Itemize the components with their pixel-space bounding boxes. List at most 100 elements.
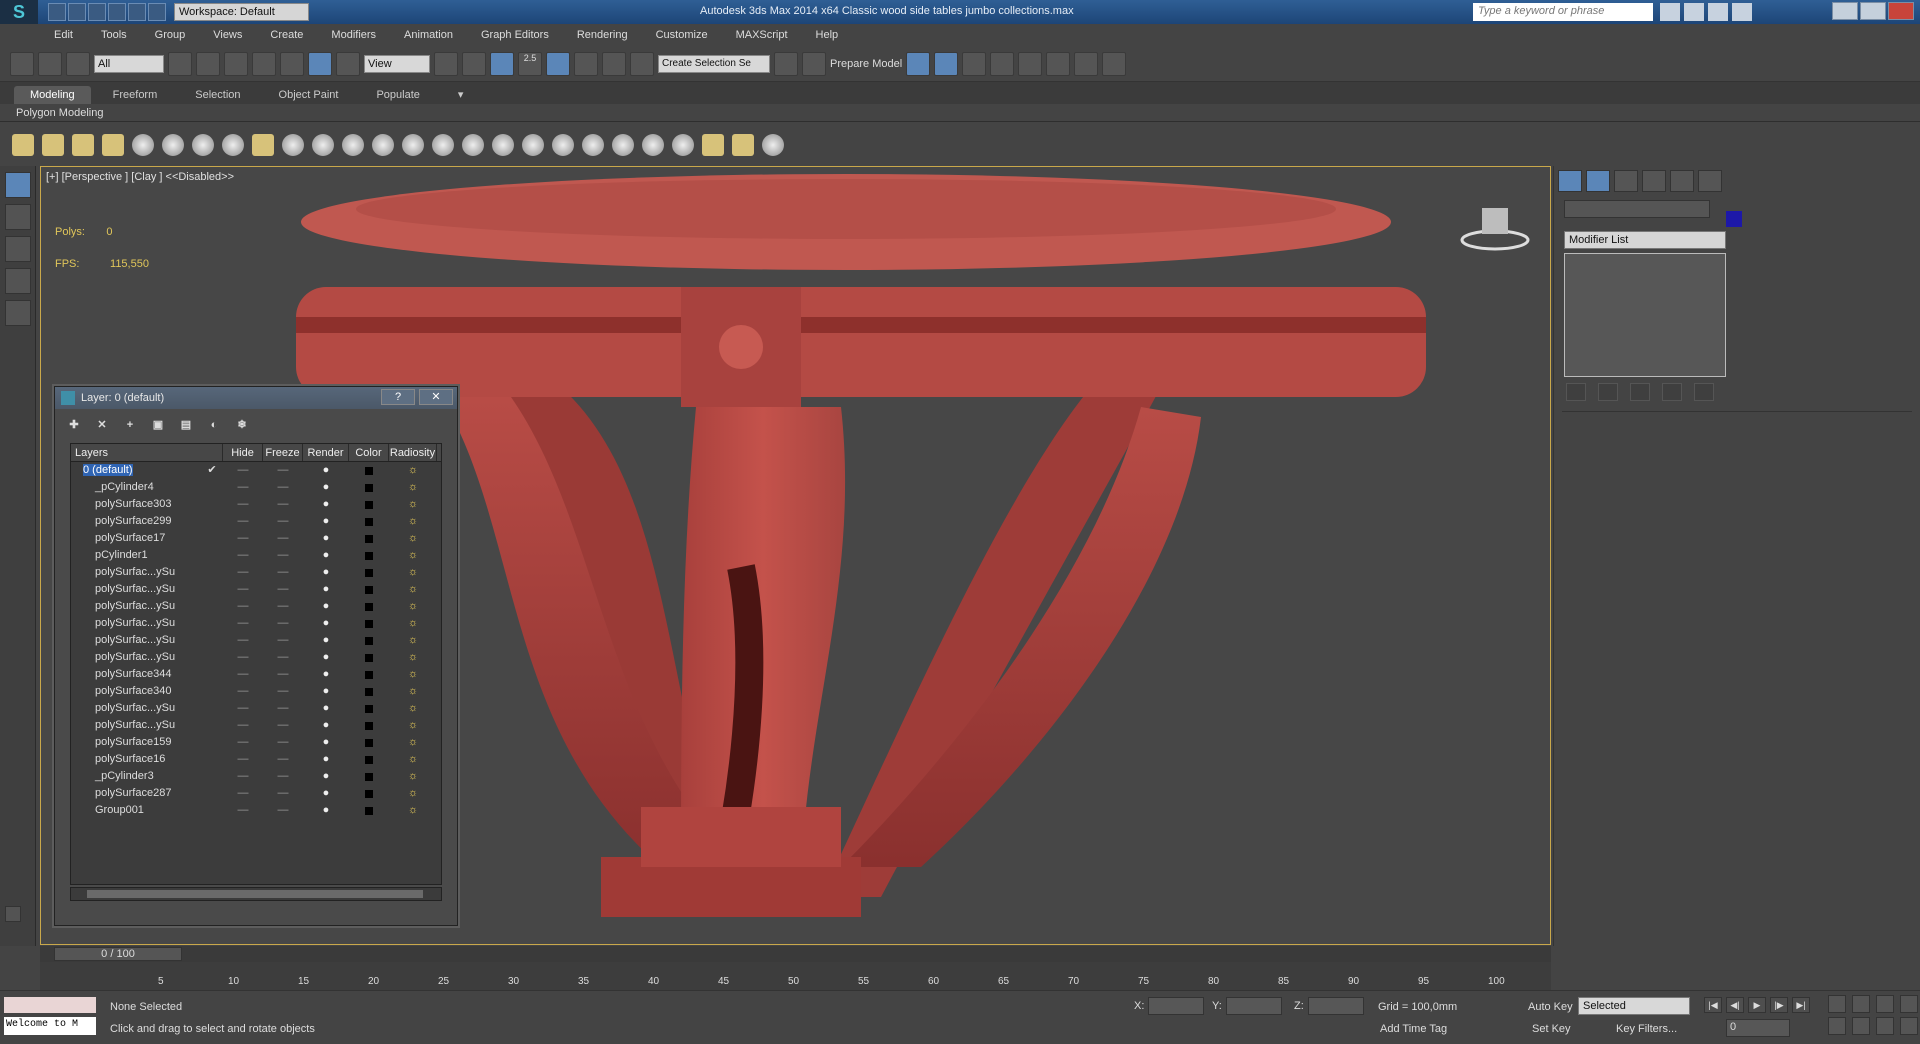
color-swatch[interactable] (349, 717, 389, 734)
render-teapot-icon[interactable]: ● (303, 632, 349, 649)
named-selection-dropdown[interactable]: Create Selection Se (658, 54, 770, 73)
tab-populate[interactable]: Populate (360, 86, 435, 104)
hide-toggle[interactable]: — (223, 581, 263, 598)
color-swatch[interactable] (349, 785, 389, 802)
configure-modifier-sets-icon[interactable] (1694, 383, 1714, 402)
redo-icon[interactable] (128, 3, 146, 21)
viewcube-icon[interactable] (1460, 202, 1530, 252)
color-swatch[interactable] (349, 581, 389, 598)
goto-start-icon[interactable]: |◀ (1704, 997, 1722, 1013)
color-swatch[interactable] (349, 496, 389, 513)
layer-object-row[interactable]: polySurfac...ySu — — ● ☼ (71, 700, 441, 717)
freeze-toggle[interactable]: — (263, 547, 303, 564)
snaps-toggle-icon[interactable]: 2.5 (518, 51, 542, 76)
layer-window-titlebar[interactable]: Layer: 0 (default) ? ✕ (55, 387, 457, 409)
layer-object-row[interactable]: polySurface340— — ● ☼ (71, 683, 441, 700)
layer-object-row[interactable]: _pCylinder4— — ● ☼ (71, 479, 441, 496)
col-layers[interactable]: Layers (71, 444, 223, 461)
object-name[interactable]: pCylinder1 (71, 547, 201, 564)
radiosity-icon[interactable]: ☼ (389, 479, 437, 496)
freeze-unfreeze-all-icon[interactable]: ❄ (233, 417, 251, 433)
scale-icon[interactable] (336, 51, 360, 76)
layer-object-row[interactable]: polySurfac...ySu — — ● ☼ (71, 717, 441, 734)
key-filters-button[interactable]: Key Filters... (1616, 1023, 1677, 1035)
utilities-tab-icon[interactable] (1698, 170, 1722, 192)
material-editor-icon[interactable] (1018, 51, 1043, 76)
motion-tab-icon[interactable] (1642, 170, 1666, 192)
track-bar[interactable]: 5 10 15 20 25 30 35 40 45 50 55 60 65 70 75 80 85 90 95 100 (40, 962, 1551, 990)
maxscript-listener[interactable]: Welcome to M (4, 1017, 96, 1035)
freeze-toggle[interactable]: — (263, 632, 303, 649)
sun-icon[interactable] (402, 134, 424, 156)
highlight-selected-icon[interactable]: ▤ (177, 417, 195, 433)
menu-group[interactable]: Group (155, 29, 186, 41)
save-file-icon[interactable] (88, 3, 106, 21)
menu-tools[interactable]: Tools (101, 29, 127, 41)
radiosity-icon[interactable]: ☼ (389, 547, 437, 564)
hide-toggle[interactable]: — (223, 530, 263, 547)
freeze-toggle[interactable]: — (263, 479, 303, 496)
goto-end-icon[interactable]: ▶| (1792, 997, 1810, 1013)
edit-named-selection-icon[interactable] (630, 51, 654, 76)
search-input[interactable]: Type a keyword or phrase (1473, 3, 1653, 21)
menu-animation[interactable]: Animation (404, 29, 453, 41)
ribbon-options-icon[interactable]: ▾ (442, 85, 480, 104)
hide-toggle[interactable]: — (223, 717, 263, 734)
cloth-icon[interactable] (642, 134, 664, 156)
selection-filter-dropdown[interactable]: All (94, 54, 164, 73)
color-swatch[interactable] (349, 632, 389, 649)
hide-toggle[interactable]: — (223, 547, 263, 564)
color-swatch[interactable] (349, 530, 389, 547)
freeze-toggle[interactable]: — (263, 598, 303, 615)
plus-icon[interactable] (5, 236, 31, 262)
render-teapot-icon[interactable]: ● (303, 683, 349, 700)
color-swatch[interactable] (349, 649, 389, 666)
layer-explorer-icon[interactable] (5, 172, 31, 198)
object-name[interactable]: polySurfac...ySu (71, 717, 201, 734)
rectangular-selection-icon[interactable] (224, 51, 248, 76)
render-icon[interactable] (42, 134, 64, 156)
zoom-extents-icon[interactable] (1876, 995, 1894, 1013)
color-swatch[interactable] (349, 802, 389, 819)
render-teapot-icon[interactable]: ● (303, 479, 349, 496)
hide-toggle[interactable]: — (223, 462, 263, 479)
help-circle-icon[interactable] (762, 134, 784, 156)
color-swatch[interactable] (349, 751, 389, 768)
col-color[interactable]: Color (349, 444, 389, 461)
minimize-button[interactable] (1832, 2, 1858, 20)
hide-toggle[interactable]: — (223, 802, 263, 819)
object-name[interactable]: polySurface17 (71, 530, 201, 547)
object-name[interactable]: polySurfac...ySu (71, 581, 201, 598)
color-swatch[interactable] (349, 462, 389, 479)
object-name[interactable]: _pCylinder3 (71, 768, 201, 785)
object-name[interactable]: polySurfac...ySu (71, 700, 201, 717)
scroll-thumb[interactable] (87, 890, 423, 898)
pivot-center-icon[interactable] (434, 51, 458, 76)
hide-toggle[interactable]: — (223, 683, 263, 700)
object-name[interactable]: polySurface344 (71, 666, 201, 683)
spinner-snap-icon[interactable] (602, 51, 626, 76)
radiosity-icon[interactable]: ☼ (389, 802, 437, 819)
schematic-view-icon[interactable] (990, 51, 1015, 76)
active-layer-check-icon[interactable]: ✔ (201, 462, 223, 479)
hide-unhide-all-icon[interactable]: ◐ (205, 417, 223, 433)
grid-icon[interactable] (102, 134, 124, 156)
field-of-view-icon[interactable] (1828, 1017, 1846, 1035)
window-crossing-icon[interactable] (252, 51, 276, 76)
percent-snap-icon[interactable] (574, 51, 598, 76)
render-teapot-icon[interactable]: ● (303, 513, 349, 530)
rotate-icon[interactable] (308, 51, 332, 76)
hide-toggle[interactable]: — (223, 632, 263, 649)
zoom-all-icon[interactable] (1852, 995, 1870, 1013)
hide-toggle[interactable]: — (223, 700, 263, 717)
radiosity-icon[interactable]: ☼ (389, 598, 437, 615)
layer-object-row[interactable]: polySurface287— — ● ☼ (71, 785, 441, 802)
render-teapot-icon[interactable]: ● (303, 649, 349, 666)
radiosity-icon[interactable]: ☼ (389, 717, 437, 734)
move-icon[interactable] (280, 51, 304, 76)
freeze-toggle[interactable]: — (263, 700, 303, 717)
teapot-icon[interactable] (12, 134, 34, 156)
teapot-primitive-icon[interactable] (342, 134, 364, 156)
hierarchy-tab-icon[interactable] (1614, 170, 1638, 192)
menu-create[interactable]: Create (270, 29, 303, 41)
